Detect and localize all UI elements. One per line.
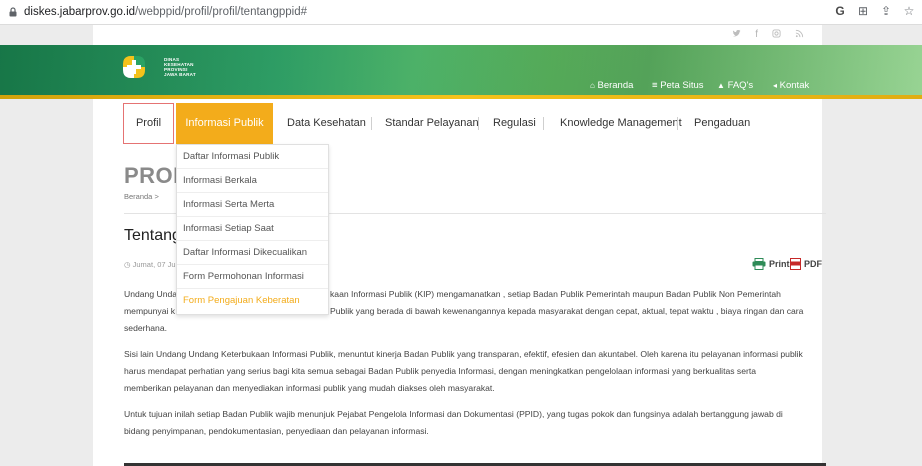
share-icon[interactable]: ⇪ <box>879 4 893 18</box>
thumbs-up-icon: ▲ <box>717 81 725 90</box>
send-icon: ◂ <box>773 81 778 90</box>
dropdown-item-form-permohonan-informasi[interactable]: Form Permohonan Informasi <box>177 265 328 289</box>
dropdown-item-informasi-serta-merta[interactable]: Informasi Serta Merta <box>177 193 328 217</box>
top-nav-faq[interactable]: ▲ FAQ's <box>717 80 753 91</box>
menu-item-knowledge-management[interactable]: Knowledge Management <box>560 103 682 144</box>
top-nav-peta-situs[interactable]: ≡ Peta Situs <box>652 80 704 91</box>
menu-item-profil[interactable]: Profil <box>123 103 174 144</box>
menu-separator <box>677 117 678 130</box>
paragraph-line: kaan Informasi Publik (KIP) mengamanatka… <box>330 289 781 299</box>
dropdown-item-form-pengajuan-keberatan[interactable]: Form Pengajuan Keberatan <box>177 289 328 313</box>
browser-address-bar[interactable]: diskes.jabarprov.go.id/webppid/profil/pr… <box>0 0 922 25</box>
print-label: Print <box>769 259 790 269</box>
paragraph-line: harus mendapat perhatian yang serius bag… <box>124 366 757 376</box>
print-button[interactable]: Print <box>752 258 790 270</box>
menu-separator <box>478 117 479 130</box>
facebook-icon[interactable]: f <box>755 29 758 41</box>
menu-item-regulasi[interactable]: Regulasi <box>493 103 536 144</box>
top-nav-beranda[interactable]: ⌂ Beranda <box>590 80 633 91</box>
paragraph-line: Sisi lain Undang Undang Keterbukaan Info… <box>124 349 803 359</box>
menu-item-standar-pelayanan[interactable]: Standar Pelayanan <box>385 103 479 144</box>
dropdown-item-informasi-setiap-saat[interactable]: Informasi Setiap Saat <box>177 217 328 241</box>
paragraph-line: Untuk tujuan inilah setiap Badan Publik … <box>124 409 783 419</box>
informasi-publik-dropdown: Daftar Informasi Publik Informasi Berkal… <box>176 144 329 315</box>
translate-icon[interactable]: ⊞ <box>856 4 870 18</box>
breadcrumb-separator: > <box>154 192 159 201</box>
article-date: ◷ Jumat, 07 Ju <box>124 260 176 269</box>
paragraph-line: memberikan pelayanan dan menyediakan inf… <box>124 383 495 393</box>
social-bar: f <box>93 25 822 45</box>
pdf-icon <box>790 258 801 270</box>
paragraph-line: Publik yang berada di bawah kewenanganny… <box>330 306 804 316</box>
breadcrumb: Beranda > <box>124 192 159 201</box>
pdf-label: PDF <box>804 259 822 269</box>
logo-text: DINAS KESEHATAN PROVINSI JAWA BARAT <box>164 57 196 77</box>
menu-item-informasi-publik[interactable]: Informasi Publik <box>176 103 273 144</box>
dropdown-item-daftar-informasi-dikecualikan[interactable]: Daftar Informasi Dikecualikan <box>177 241 328 265</box>
dropdown-item-informasi-berkala[interactable]: Informasi Berkala <box>177 169 328 193</box>
twitter-icon[interactable] <box>732 29 741 41</box>
menu-separator <box>543 117 544 130</box>
breadcrumb-home[interactable]: Beranda <box>124 192 152 201</box>
lock-icon <box>9 7 17 17</box>
home-icon: ⌂ <box>590 81 595 90</box>
google-icon[interactable]: G <box>833 4 847 18</box>
menu-separator <box>371 117 372 130</box>
clock-icon: ◷ <box>124 260 131 269</box>
paragraph-line: mempunyai k <box>124 306 176 316</box>
dropdown-item-daftar-informasi-publik[interactable]: Daftar Informasi Publik <box>177 145 328 169</box>
list-icon: ≡ <box>652 80 658 91</box>
paragraph-line: sederhana. <box>124 323 168 333</box>
printer-icon <box>752 258 766 270</box>
pdf-button[interactable]: PDF <box>790 258 822 270</box>
menu-item-data-kesehatan[interactable]: Data Kesehatan <box>287 103 366 144</box>
star-icon[interactable]: ☆ <box>902 4 916 18</box>
menu-item-pengaduan[interactable]: Pengaduan <box>694 103 750 144</box>
logo-mark-icon <box>123 56 145 78</box>
url-path: /webppid/profil/profil/tentangppid# <box>135 6 307 18</box>
instagram-icon[interactable] <box>772 29 781 41</box>
url-host: diskes.jabarprov.go.id <box>24 6 136 18</box>
paragraph-line: bidang penyimpanan, pendokumentasian, pe… <box>124 426 429 436</box>
top-nav-kontak[interactable]: ◂ Kontak <box>773 80 809 91</box>
rss-icon[interactable] <box>795 29 804 41</box>
article-title: Tentang <box>124 227 181 244</box>
header-yellow-stripe <box>0 95 922 99</box>
site-logo[interactable]: DINAS KESEHATAN PROVINSI JAWA BARAT <box>121 54 201 80</box>
url-text[interactable]: diskes.jabarprov.go.id/webppid/profil/pr… <box>24 6 307 18</box>
paragraph-line: Undang Unda <box>124 289 178 299</box>
